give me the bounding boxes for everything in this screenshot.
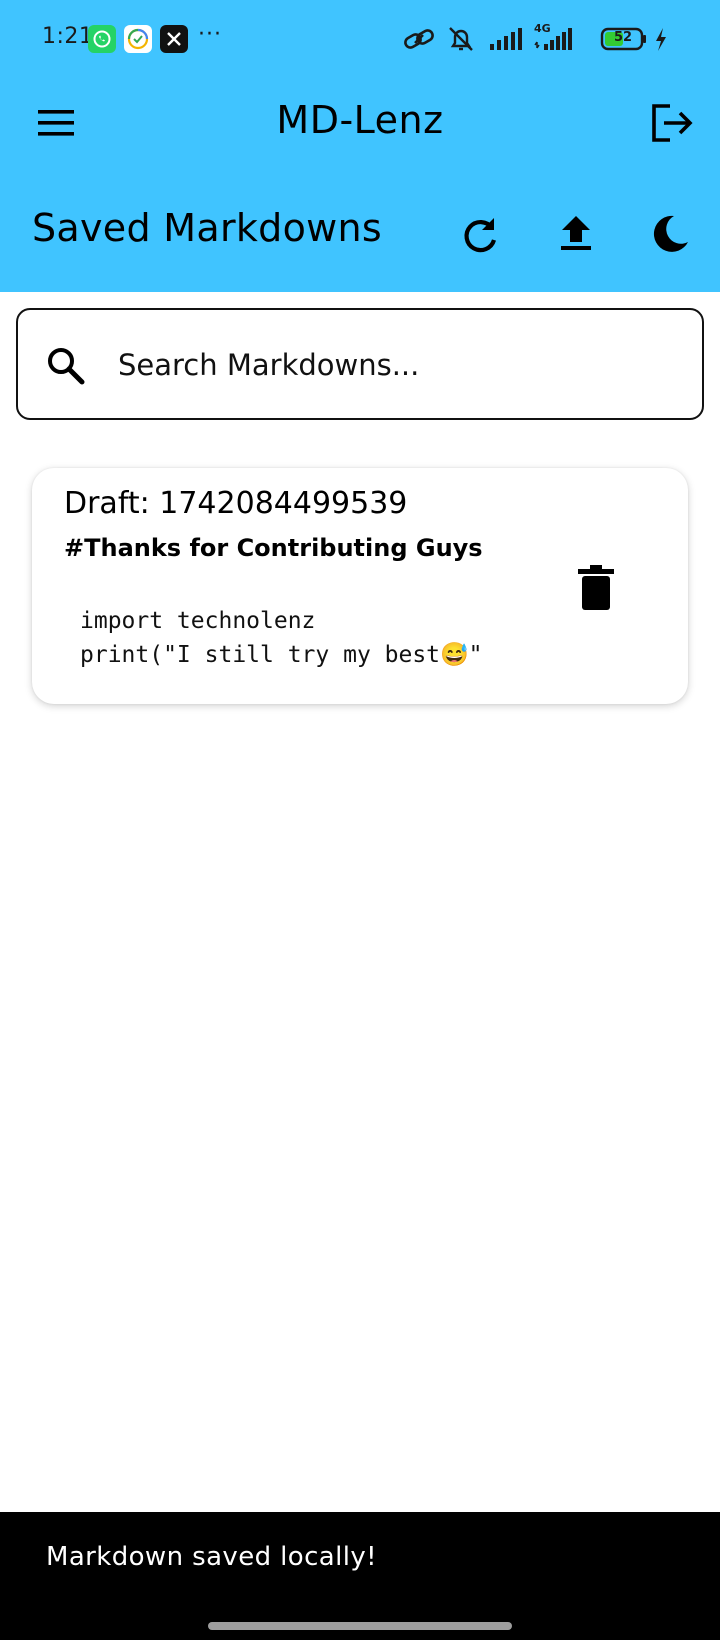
delete-trash-icon [578,565,614,610]
link-icon [404,29,434,49]
logout-button[interactable] [648,100,696,146]
snackbar-message: Markdown saved locally! [46,1542,377,1572]
delete-button[interactable] [572,562,620,614]
search-icon [48,348,85,385]
clock-notification-icon [124,25,152,53]
markdown-code-preview: import technolenz print("I still try my … [80,608,483,668]
upload-button[interactable] [554,212,598,256]
markdown-card[interactable]: Draft: 1742084499539 #Thanks for Contrib… [32,468,688,704]
battery-level: 52 [614,30,633,45]
upload-icon [561,216,591,250]
more-notifications-icon: ··· [198,22,222,47]
page-toolbar: Saved Markdowns [0,186,720,282]
page-title: Saved Markdowns [32,206,383,250]
refresh-button[interactable] [458,214,502,258]
dark-mode-moon-icon [653,215,688,252]
charging-bolt-icon [656,28,666,51]
top-app-bar: MD-Lenz [0,80,720,166]
snackbar: Markdown saved locally! [0,1512,720,1640]
home-indicator[interactable] [208,1622,512,1630]
mute-bell-icon [449,27,473,51]
markdown-title: Draft: 1742084499539 [64,486,408,521]
x-notification-icon [160,25,188,53]
signal-strength-icon [490,28,522,50]
search-box[interactable] [16,308,704,420]
markdown-heading-preview: #Thanks for Contributing Guys [64,534,483,562]
status-time: 1:21 [42,24,94,49]
signal-strength-2-icon [534,28,572,50]
screen: 1:21 ··· 4G 52 MD-Lenz Saved Markdowns S… [0,0,720,1640]
whatsapp-notification-icon [88,25,116,53]
refresh-icon [464,218,497,253]
status-bar: 1:21 ··· 4G 52 [0,0,720,80]
search-input[interactable] [118,340,678,390]
app-title: MD-Lenz [276,98,444,142]
header: 1:21 ··· 4G 52 MD-Lenz Saved Markdowns [0,0,720,292]
system-status-icons: 4G 52 [402,22,692,56]
theme-toggle-button[interactable] [648,212,692,256]
logout-icon [652,104,693,142]
